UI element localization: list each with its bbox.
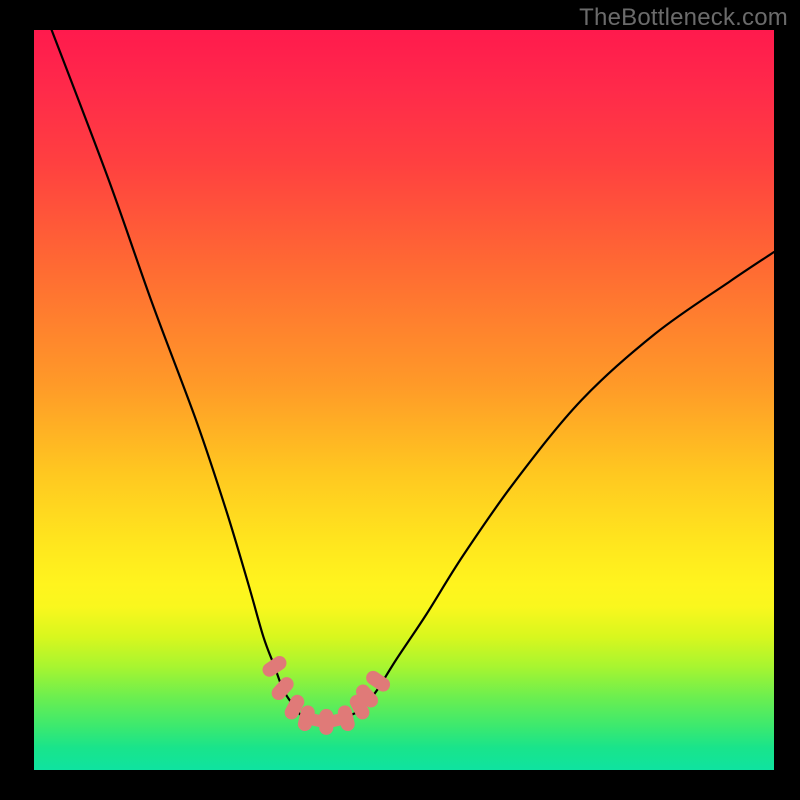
curve-layer: [0, 0, 800, 800]
highlight-markers: [260, 653, 393, 735]
marker-node: [319, 709, 333, 735]
curve-right: [345, 252, 774, 718]
chart-frame: TheBottleneck.com: [0, 0, 800, 800]
marker-node: [260, 653, 289, 679]
watermark-text: TheBottleneck.com: [579, 4, 788, 32]
curve-left: [49, 23, 308, 719]
curves-group: [49, 23, 774, 722]
